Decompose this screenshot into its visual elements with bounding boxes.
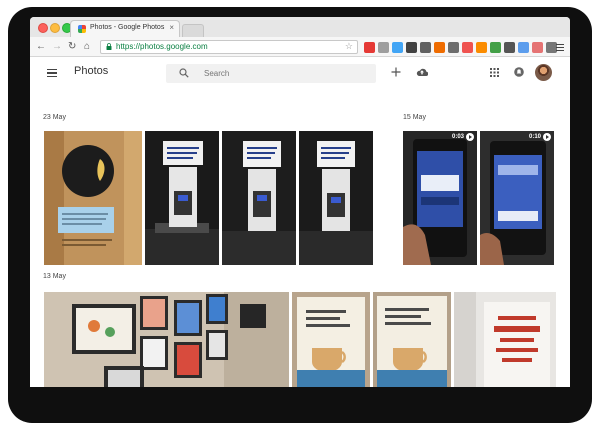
coffee-box-image bbox=[145, 131, 219, 265]
tab-close-icon[interactable]: × bbox=[169, 23, 174, 32]
home-button[interactable]: ⌂ bbox=[84, 40, 90, 53]
title-bar: Photos - Google Photos × bbox=[30, 17, 570, 37]
search-box[interactable] bbox=[166, 64, 376, 83]
lightning-extension-icon[interactable] bbox=[448, 42, 459, 53]
photo-coffee-bag[interactable] bbox=[44, 131, 142, 265]
photo-life-is-like-tea-print[interactable] bbox=[454, 292, 556, 387]
photos-header: Photos bbox=[30, 57, 570, 89]
search-input[interactable] bbox=[204, 67, 364, 80]
back-button[interactable]: ← bbox=[36, 40, 46, 53]
play-icon bbox=[466, 133, 474, 141]
new-tab-button[interactable] bbox=[182, 24, 204, 37]
address-bar[interactable]: https://photos.google.com ☆ bbox=[100, 40, 358, 54]
photo-coffee-box-3[interactable] bbox=[299, 131, 373, 265]
dark-extension-icon[interactable] bbox=[406, 42, 417, 53]
photo-coffee-box-2[interactable] bbox=[222, 131, 296, 265]
wall-frames-image bbox=[44, 292, 289, 387]
wallet-extension-icon[interactable] bbox=[420, 42, 431, 53]
browser-toolbar: ← → ↻ ⌂ https://photos.google.com ☆ bbox=[30, 37, 570, 57]
opera-extension-icon[interactable] bbox=[434, 42, 445, 53]
mail-extension-icon[interactable] bbox=[532, 42, 543, 53]
phone-video-image bbox=[403, 131, 477, 265]
browser-tab[interactable]: Photos - Google Photos × bbox=[70, 20, 180, 37]
reload-button[interactable]: ↻ bbox=[68, 40, 76, 53]
puzzle-extension-icon[interactable] bbox=[364, 42, 375, 53]
cast-extension-icon[interactable] bbox=[378, 42, 389, 53]
photo-coffee-box-1[interactable] bbox=[145, 131, 219, 265]
shield-extension-icon[interactable] bbox=[476, 42, 487, 53]
tea-print-image bbox=[373, 292, 451, 387]
coffee-box-image bbox=[222, 131, 296, 265]
close-window-button[interactable] bbox=[38, 23, 48, 33]
coffee-box-image bbox=[299, 131, 373, 265]
address-url: https://photos.google.com bbox=[116, 42, 208, 51]
camera-extension-icon[interactable] bbox=[392, 42, 403, 53]
google-photos-favicon-icon bbox=[78, 25, 86, 33]
section-date-23-may: 23 May bbox=[43, 114, 66, 121]
lock-icon bbox=[106, 43, 112, 50]
photo-cup-of-tea-print-2[interactable] bbox=[373, 292, 451, 387]
pocket-extension-icon[interactable] bbox=[462, 42, 473, 53]
tasks-extension-icon[interactable] bbox=[490, 42, 501, 53]
video-duration: 0:03 bbox=[451, 134, 464, 140]
tab-title: Photos - Google Photos bbox=[90, 24, 165, 31]
bookmark-star-icon[interactable]: ☆ bbox=[345, 41, 353, 52]
apps-grid-icon[interactable] bbox=[490, 68, 499, 77]
upload-icon[interactable] bbox=[416, 67, 428, 77]
at-extension-icon[interactable] bbox=[504, 42, 515, 53]
phone-video-image bbox=[480, 131, 554, 265]
coffee-bag-image bbox=[44, 131, 142, 265]
notifications-icon[interactable] bbox=[514, 67, 524, 77]
minimize-window-button[interactable] bbox=[50, 23, 60, 33]
video-duration: 0:10 bbox=[528, 134, 541, 140]
user-extension-icon[interactable] bbox=[518, 42, 529, 53]
user-avatar[interactable] bbox=[535, 64, 552, 81]
page-title: Photos bbox=[74, 65, 109, 77]
play-icon bbox=[543, 133, 551, 141]
photo-cup-of-tea-print-1[interactable] bbox=[292, 292, 370, 387]
video-phone-1[interactable]: 0:03 bbox=[403, 131, 477, 265]
photo-wall-frames[interactable] bbox=[44, 292, 289, 387]
add-icon[interactable] bbox=[391, 67, 401, 77]
forward-button[interactable]: → bbox=[52, 40, 62, 53]
video-duration-badge: 0:10 bbox=[529, 133, 551, 143]
search-icon bbox=[179, 68, 189, 78]
video-phone-2[interactable]: 0:10 bbox=[480, 131, 554, 265]
video-duration-badge: 0:03 bbox=[452, 133, 474, 143]
browser-window: Photos - Google Photos × ← → ↻ ⌂ https:/… bbox=[30, 17, 570, 387]
section-date-15-may: 15 May bbox=[403, 114, 426, 121]
tea-print-image bbox=[292, 292, 370, 387]
section-date-13-may: 13 May bbox=[43, 273, 66, 280]
browser-menu-icon[interactable] bbox=[556, 42, 564, 52]
life-tea-print-image bbox=[454, 292, 556, 387]
main-menu-icon[interactable] bbox=[47, 69, 57, 77]
